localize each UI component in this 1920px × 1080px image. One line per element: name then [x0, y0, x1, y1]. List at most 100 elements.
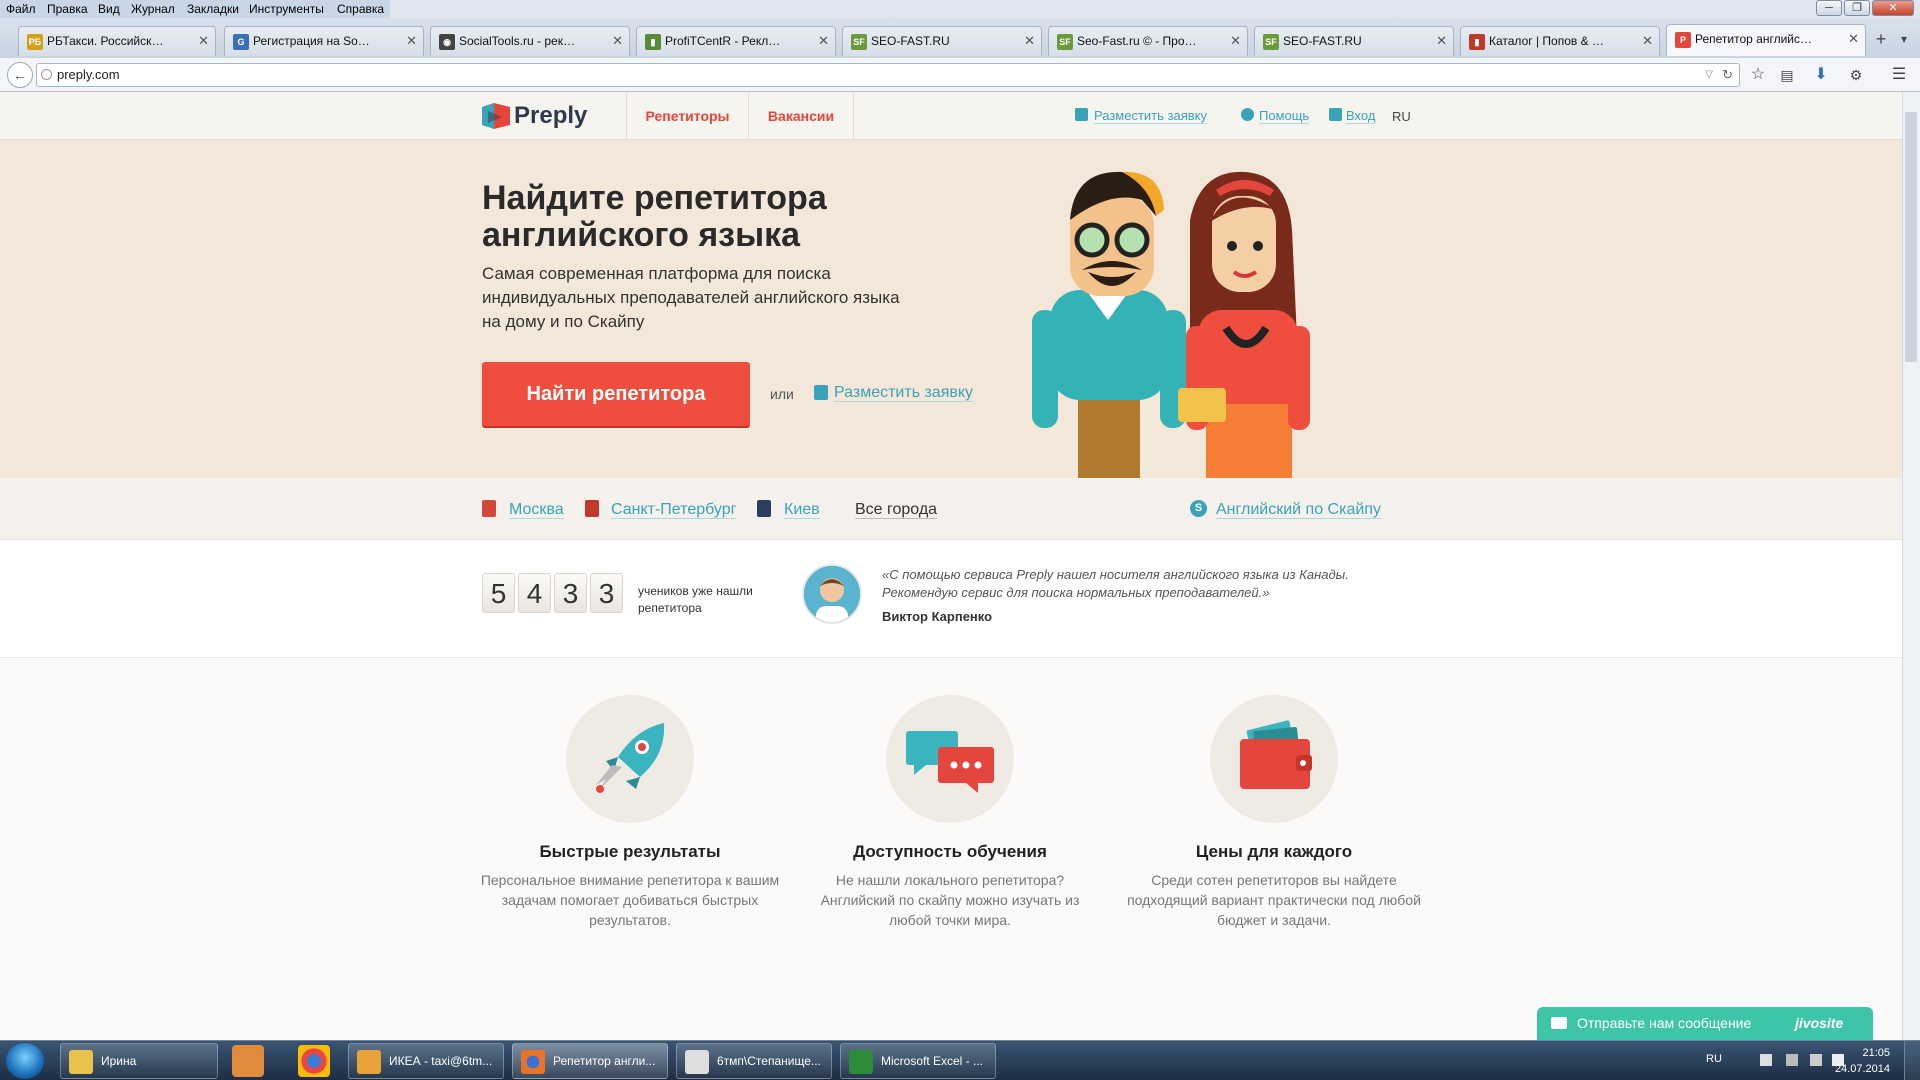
- tab-close-icon[interactable]: ✕: [1642, 27, 1653, 55]
- rocket-icon: [566, 695, 694, 823]
- media-player-icon[interactable]: [232, 1045, 264, 1077]
- language-selector[interactable]: RU: [1392, 109, 1411, 124]
- screen-icon[interactable]: [1786, 1054, 1798, 1066]
- back-button[interactable]: ←: [7, 62, 33, 88]
- skype-english-link[interactable]: Английский по Скайпу: [1216, 501, 1381, 519]
- tab-title: SEO-FAST.RU: [871, 34, 950, 48]
- preply-logo[interactable]: Preply: [482, 103, 587, 129]
- header-login-link[interactable]: Вход: [1346, 109, 1376, 124]
- header-help-link[interactable]: Помощь: [1259, 109, 1310, 124]
- network-icon[interactable]: [1810, 1054, 1822, 1066]
- testimonial-author: Виктор Карпенко: [882, 609, 993, 624]
- tab-close-icon[interactable]: ✕: [612, 27, 623, 55]
- show-desktop-button[interactable]: [1904, 1041, 1920, 1080]
- url-dropdown-icon[interactable]: ▽: [1705, 64, 1713, 86]
- city-link-kyiv[interactable]: Киев: [784, 501, 820, 519]
- taskbar-item-label: Репетитор англи...: [553, 1054, 656, 1068]
- taskbar-item-active[interactable]: Репетитор англи...: [512, 1043, 668, 1079]
- find-tutor-button[interactable]: Найти репетитора: [482, 362, 750, 426]
- start-button[interactable]: [6, 1043, 44, 1079]
- menu-hamburger-icon[interactable]: ☰: [1888, 64, 1910, 86]
- logo-text: Preply: [514, 102, 588, 129]
- bookmarks-list-icon[interactable]: ▤: [1776, 64, 1798, 86]
- tab-close-icon[interactable]: ✕: [1848, 25, 1859, 53]
- city-link-moscow[interactable]: Москва: [509, 501, 564, 519]
- tab-title: РБТакси. Российская Би...: [47, 34, 165, 48]
- chat-bubbles-icon: [886, 695, 1014, 823]
- browser-tab[interactable]: SF SEO-FAST.RU ✕: [1254, 26, 1454, 56]
- taskbar-item[interactable]: Ирина: [60, 1043, 218, 1079]
- taskbar-item[interactable]: ИКЕА - taxi@6tm...: [348, 1043, 504, 1079]
- browser-tab[interactable]: ▮ Каталог | Попов & Партн... ✕: [1460, 26, 1660, 56]
- flag-icon[interactable]: [1760, 1054, 1772, 1066]
- minimize-button[interactable]: ─: [1816, 0, 1842, 16]
- download-icon[interactable]: ⬇: [1810, 64, 1832, 86]
- tab-close-icon[interactable]: ✕: [1436, 27, 1447, 55]
- close-window-button[interactable]: ✕: [1872, 0, 1914, 16]
- bookmark-star-icon[interactable]: ☆: [1747, 64, 1769, 86]
- menu-file[interactable]: Файл: [6, 2, 36, 16]
- tab-title: SEO-FAST.RU: [1283, 34, 1362, 48]
- tab-close-icon[interactable]: ✕: [1230, 27, 1241, 55]
- city-link-spb[interactable]: Санкт-Петербург: [611, 501, 737, 519]
- addon-icon[interactable]: ⚙: [1845, 64, 1867, 86]
- browser-tab[interactable]: SF SEO-FAST.RU ✕: [842, 26, 1042, 56]
- hero-post-request-link[interactable]: Разместить заявку: [834, 384, 974, 402]
- counter-digit: 3: [590, 573, 623, 613]
- tab-close-icon[interactable]: ✕: [818, 27, 829, 55]
- browser-tab[interactable]: SF Seo-Fast.ru © - Просмот... ✕: [1048, 26, 1248, 56]
- navigation-bar: ← preply.com ▽ ↻ ☆ ▤ ⬇ ⚙ ☰: [0, 58, 1920, 92]
- tab-close-icon[interactable]: ✕: [406, 27, 417, 55]
- calendar-icon: [1075, 108, 1088, 121]
- nav-jobs[interactable]: Вакансии: [748, 92, 854, 140]
- chrome-icon[interactable]: [298, 1045, 330, 1077]
- kyiv-crest-icon: [757, 500, 771, 517]
- tab-favicon: ◉: [439, 34, 455, 50]
- maximize-button[interactable]: ❐: [1844, 0, 1870, 16]
- all-cities-link[interactable]: Все города: [855, 501, 938, 519]
- star-icon: [685, 1050, 709, 1074]
- taskbar-item[interactable]: Microsoft Excel - ...: [840, 1043, 996, 1079]
- taskbar-item[interactable]: 6тмп\Степанище...: [676, 1043, 832, 1079]
- clock-time[interactable]: 21:05: [1836, 1047, 1890, 1059]
- nav-tutors[interactable]: Репетиторы: [626, 92, 748, 140]
- browser-tab[interactable]: G Регистрация на SocialTo... ✕: [224, 26, 424, 56]
- skype-icon: S: [1190, 500, 1207, 517]
- menu-help[interactable]: Справка: [337, 2, 384, 16]
- tab-title: ProfiTCentR - Рекламное ...: [665, 34, 785, 48]
- scrollbar-thumb[interactable]: [1905, 112, 1917, 362]
- tab-favicon: ▮: [1469, 34, 1485, 50]
- tab-favicon: РБ: [27, 34, 43, 50]
- menu-edit[interactable]: Правка: [47, 2, 88, 16]
- excel-icon: [849, 1050, 873, 1074]
- tab-bar: РБ РБТакси. Российская Би... ✕ G Регистр…: [0, 18, 1920, 58]
- clock-date[interactable]: 24.07.2014: [1822, 1063, 1890, 1075]
- tab-close-icon[interactable]: ✕: [198, 27, 209, 55]
- menu-bookmarks[interactable]: Закладки: [187, 2, 239, 16]
- new-tab-button[interactable]: +: [1870, 28, 1892, 50]
- menu-view[interactable]: Вид: [98, 2, 120, 16]
- tab-close-icon[interactable]: ✕: [1024, 27, 1035, 55]
- taskbar-item-label: ИКЕА - taxi@6tm...: [389, 1054, 493, 1068]
- testimonial-quote: «С помощью сервиса Preply нашел носителя…: [882, 567, 1349, 600]
- windows-taskbar: Ирина ИКЕА - taxi@6tm... Репетитор англи…: [0, 1040, 1920, 1080]
- calendar-icon: [814, 385, 828, 400]
- feature-title: Быстрые результаты: [539, 842, 721, 861]
- tab-favicon: P: [1675, 32, 1691, 48]
- input-language-indicator[interactable]: RU: [1706, 1053, 1722, 1065]
- browser-tab[interactable]: ◉ SocialTools.ru - реклама ... ✕: [430, 26, 630, 56]
- reload-icon[interactable]: ↻: [1722, 64, 1733, 86]
- menu-tools[interactable]: Инструменты: [249, 2, 324, 16]
- address-bar[interactable]: preply.com ▽ ↻: [36, 63, 1740, 87]
- browser-tab-active[interactable]: P Репетитор английского я... ✕: [1666, 24, 1866, 56]
- browser-tab[interactable]: ▮ ProfiTCentR - Рекламное ... ✕: [636, 26, 836, 56]
- tab-favicon: G: [233, 34, 249, 50]
- taskbar-item-label: 6тмп\Степанище...: [717, 1054, 821, 1068]
- browser-tab[interactable]: РБ РБТакси. Российская Би... ✕: [18, 26, 216, 56]
- jivosite-chat-widget[interactable]: Отправьте нам сообщение jivosite: [1537, 1007, 1873, 1040]
- menu-history[interactable]: Журнал: [131, 2, 175, 16]
- jivosite-logo: jivosite: [1795, 1015, 1844, 1031]
- globe-icon: [41, 69, 52, 80]
- header-post-request-link[interactable]: Разместить заявку: [1094, 109, 1207, 124]
- tab-list-chevron-icon[interactable]: ▾: [1893, 28, 1915, 50]
